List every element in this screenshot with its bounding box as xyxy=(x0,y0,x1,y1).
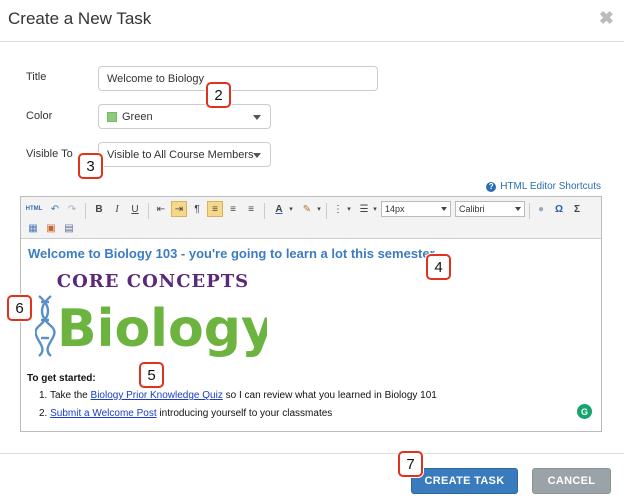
color-select-value: Green xyxy=(122,110,153,123)
ltr-icon[interactable]: ⇥ xyxy=(171,201,187,217)
dialog-header: Create a New Task ✖ xyxy=(0,0,624,42)
chevron-down-icon xyxy=(253,114,261,120)
underline-icon[interactable]: U xyxy=(127,201,143,217)
rtl-icon[interactable]: ¶ xyxy=(189,201,205,217)
toolbar-divider xyxy=(264,203,265,219)
rich-text-editor[interactable]: HTML ↶ ↷ B I U ⇤ ⇥ ¶ ≡ ≡ ≡ A ▾ ✎ ▾ ⋮ ▾ ☰… xyxy=(20,196,602,432)
dialog-title: Create a New Task xyxy=(8,9,152,28)
chevron-down-icon[interactable]: ▾ xyxy=(287,201,295,217)
toolbar-divider xyxy=(85,203,86,219)
visible-to-select[interactable]: Visible to All Course Members xyxy=(98,142,271,167)
color-select[interactable]: Green xyxy=(98,104,271,129)
html-editor-shortcuts-label: HTML Editor Shortcuts xyxy=(500,181,601,192)
editor-content[interactable]: Welcome to Biology 103 - you're going to… xyxy=(21,240,601,431)
highlight-icon[interactable]: ✎ xyxy=(299,201,315,217)
title-input-value: Welcome to Biology xyxy=(107,72,205,85)
toolbar-divider xyxy=(326,203,327,219)
editor-toolbar: HTML ↶ ↷ B I U ⇤ ⇥ ¶ ≡ ≡ ≡ A ▾ ✎ ▾ ⋮ ▾ ☰… xyxy=(21,197,601,239)
prior-knowledge-quiz-link[interactable]: Biology Prior Knowledge Quiz xyxy=(91,390,223,401)
color-label: Color xyxy=(26,110,53,122)
font-size-select[interactable]: 14px xyxy=(381,201,451,217)
callout-badge: 6 xyxy=(7,295,32,321)
chevron-down-icon xyxy=(441,207,447,211)
logo-main-text: Biology xyxy=(57,299,267,359)
callout-badge: 5 xyxy=(139,362,164,388)
chevron-down-icon[interactable]: ▾ xyxy=(371,201,379,217)
table-icon[interactable]: ▦ xyxy=(25,220,41,236)
title-input[interactable]: Welcome to Biology xyxy=(98,66,378,91)
font-size-value: 14px xyxy=(385,204,405,214)
grammarly-icon[interactable]: G xyxy=(577,404,592,419)
create-task-button[interactable]: CREATE TASK xyxy=(411,468,518,494)
visible-to-label: Visible To xyxy=(26,148,73,160)
logo-top-text: CORE CONCEPTS xyxy=(57,271,249,292)
font-family-select[interactable]: Calibri xyxy=(455,201,525,217)
align-center-icon[interactable]: ≡ xyxy=(243,201,259,217)
cancel-button[interactable]: CANCEL xyxy=(532,468,611,494)
help-icon: ? xyxy=(486,181,497,192)
html-source-icon[interactable]: HTML xyxy=(25,201,43,217)
chevron-down-icon xyxy=(253,152,261,158)
callout-badge: 4 xyxy=(426,254,451,280)
biology-logo-image: CORE CONCEPTS Biology xyxy=(35,266,267,362)
outdent-icon[interactable]: ⇤ xyxy=(153,201,169,217)
callout-badge: 3 xyxy=(78,153,103,179)
color-swatch xyxy=(107,111,117,122)
chevron-down-icon[interactable]: ▾ xyxy=(315,201,323,217)
equation-icon[interactable]: Σ xyxy=(569,201,585,217)
title-label: Title xyxy=(26,71,47,83)
get-started-text: To get started: xyxy=(27,373,96,384)
chevron-down-icon[interactable]: ▾ xyxy=(345,201,353,217)
callout-badge: 2 xyxy=(206,82,231,108)
undo-icon[interactable]: ↶ xyxy=(47,201,63,217)
special-char-icon[interactable]: Ω xyxy=(551,201,567,217)
content-heading: Welcome to Biology 103 - you're going to… xyxy=(28,246,438,261)
close-icon[interactable]: ✖ xyxy=(599,9,614,27)
welcome-post-link[interactable]: Submit a Welcome Post xyxy=(50,408,157,419)
html-editor-shortcuts-link[interactable]: ? HTML Editor Shortcuts xyxy=(486,181,601,192)
save-icon[interactable]: ▤ xyxy=(61,220,77,236)
list-item: 1. Take the Biology Prior Knowledge Quiz… xyxy=(39,390,437,401)
numbered-list-icon[interactable]: ⋮ xyxy=(330,201,346,217)
toolbar-divider xyxy=(148,203,149,219)
list-item-text: introducing yourself to your classmates xyxy=(156,408,333,419)
visible-to-value: Visible to All Course Members xyxy=(107,148,254,161)
link-icon[interactable]: ● xyxy=(533,201,549,217)
list-item-number: 1. Take the xyxy=(39,390,91,401)
italic-icon[interactable]: I xyxy=(109,201,125,217)
toolbar-divider xyxy=(529,203,530,219)
callout-badge: 7 xyxy=(398,451,423,477)
font-family-value: Calibri xyxy=(459,204,485,214)
chevron-down-icon xyxy=(515,207,521,211)
image-icon[interactable]: ▣ xyxy=(43,220,59,236)
list-item-number: 2. xyxy=(39,408,51,419)
bold-icon[interactable]: B xyxy=(91,201,107,217)
redo-icon[interactable]: ↷ xyxy=(64,201,80,217)
dialog-footer: CREATE TASK CANCEL xyxy=(0,453,624,502)
list-item-text: so I can review what you learned in Biol… xyxy=(222,390,437,401)
align-right-icon[interactable]: ≡ xyxy=(225,201,241,217)
align-left-icon[interactable]: ≡ xyxy=(207,201,223,217)
text-color-icon[interactable]: A xyxy=(271,201,287,217)
list-item: 2. Submit a Welcome Post introducing you… xyxy=(39,408,332,419)
bullet-list-icon[interactable]: ☰ xyxy=(356,201,372,217)
